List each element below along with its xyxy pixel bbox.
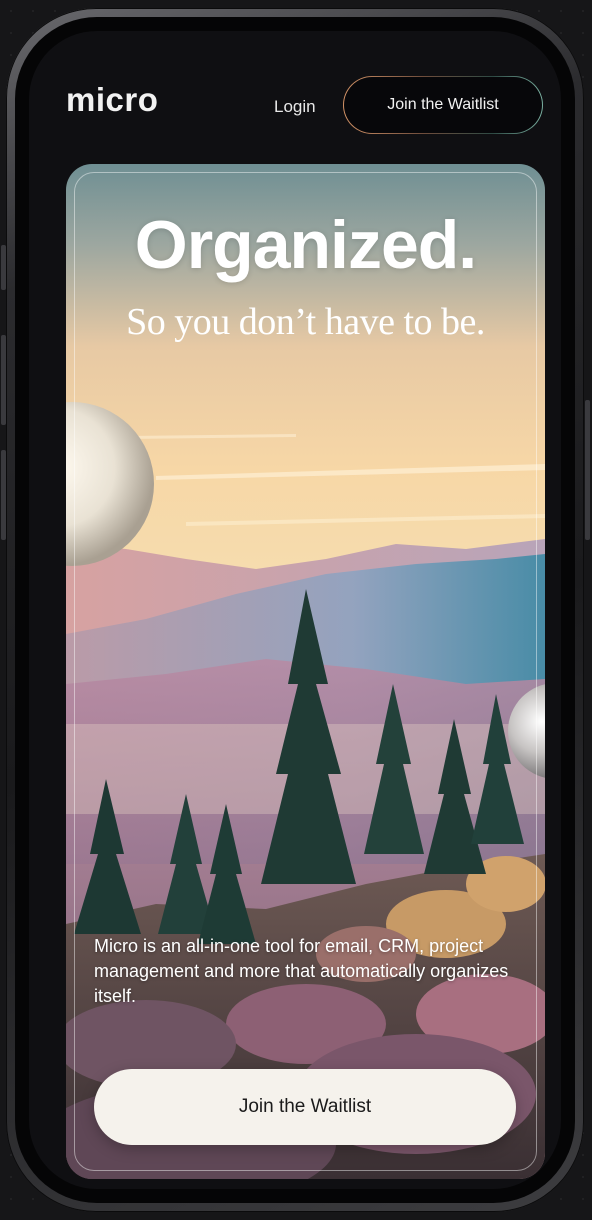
join-waitlist-button[interactable]: Join the Waitlist (94, 1069, 516, 1145)
micro-logo[interactable]: micro (66, 81, 158, 119)
phone-screen: micro Login Join the Waitlist Organized.… (29, 31, 561, 1189)
hero-description: Micro is an all-in-one tool for email, C… (94, 936, 509, 1006)
hero-card: Organized. So you don’t have to be. Micr… (66, 164, 545, 1179)
phone-frame: micro Login Join the Waitlist Organized.… (6, 8, 584, 1212)
join-waitlist-header-button[interactable]: Join the Waitlist (343, 76, 543, 134)
phone-side-button (585, 400, 590, 540)
login-link[interactable]: Login (274, 97, 316, 117)
phone-bezel: micro Login Join the Waitlist Organized.… (15, 17, 575, 1203)
hero-headline: Organized. (134, 207, 477, 283)
hero-subheadline: So you don’t have to be. (126, 301, 485, 343)
